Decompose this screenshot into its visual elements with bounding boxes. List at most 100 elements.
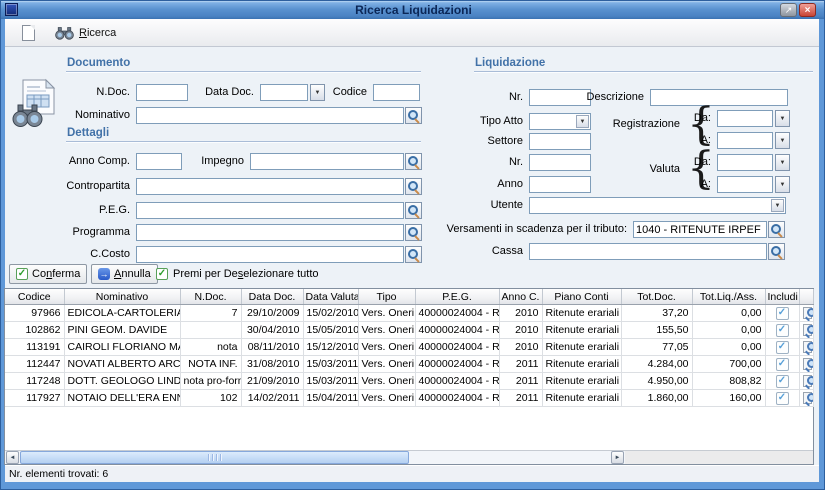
close-button[interactable]: × (799, 3, 816, 17)
registrazione-da-dropdown-button[interactable]: ▼ (775, 110, 790, 127)
column-header-data_valuta[interactable]: Data Valuta (303, 289, 358, 305)
liq-nr-input[interactable] (529, 89, 591, 106)
new-document-button[interactable] (17, 23, 39, 43)
versamenti-input[interactable] (633, 221, 767, 238)
versamenti-search-button[interactable] (768, 221, 785, 238)
scrollbar-thumb[interactable] (20, 451, 409, 464)
liq-nr2-input[interactable] (529, 154, 591, 171)
cassa-input[interactable] (529, 243, 767, 260)
cell-codice: 102862 (5, 322, 64, 339)
programma-search-button[interactable] (405, 224, 422, 241)
settore-input[interactable] (529, 133, 591, 150)
horizontal-scrollbar[interactable]: ◄ ► (5, 450, 813, 464)
annulla-button[interactable]: → Annulla (91, 264, 158, 284)
scroll-left-button[interactable]: ◄ (6, 451, 19, 464)
group-line (474, 71, 813, 72)
table-row[interactable]: 117248DOTT. GEOLOGO LINDA Cnota pro-form… (5, 373, 813, 390)
valuta-a-dropdown-button[interactable]: ▼ (775, 176, 790, 193)
row-detail-button[interactable] (803, 358, 814, 371)
ndoc-input[interactable] (136, 84, 188, 101)
descrizione-input[interactable] (650, 89, 788, 106)
peg-input[interactable] (136, 202, 404, 219)
includi-checkbox[interactable]: ✓ (776, 307, 789, 320)
ricerca-button[interactable]: Ricerca (51, 23, 120, 43)
valuta-da-input[interactable] (717, 154, 773, 171)
cell-data_doc: 29/10/2009 (241, 305, 303, 322)
contropartita-input[interactable] (136, 178, 404, 195)
valuta-da-dropdown-button[interactable]: ▼ (775, 154, 790, 171)
column-header-anno_c[interactable]: Anno C. (499, 289, 542, 305)
includi-checkbox[interactable]: ✓ (776, 341, 789, 354)
column-header-ndoc[interactable]: N.Doc. (180, 289, 241, 305)
ccosto-input[interactable] (136, 246, 404, 263)
nominativo-label: Nominativo (75, 109, 130, 121)
column-header-tot_liq[interactable]: Tot.Liq./Ass. (692, 289, 765, 305)
includi-checkbox[interactable]: ✓ (776, 375, 789, 388)
table-row[interactable]: 112447NOVATI ALBERTO ARCHITNOTA INF.31/0… (5, 356, 813, 373)
cell-tipo: Vers. Oneri (358, 356, 415, 373)
column-header-peg[interactable]: P.E.G. (415, 289, 499, 305)
cell-ndoc: 102 (180, 390, 241, 407)
peg-label: P.E.G. (99, 204, 130, 216)
tipo-atto-select[interactable]: ▼ (529, 113, 591, 130)
contropartita-search-button[interactable] (405, 178, 422, 195)
cell-tot_liq: 808,82 (692, 373, 765, 390)
cell-codice: 117248 (5, 373, 64, 390)
settore-label: Settore (488, 135, 523, 147)
impegno-search-button[interactable] (405, 153, 422, 170)
cell-peg: 40000024004 - RI (415, 390, 499, 407)
contropartita-label: Contropartita (66, 180, 130, 192)
nominativo-search-button[interactable] (405, 107, 422, 124)
magnifier-icon (408, 227, 420, 239)
ccosto-search-button[interactable] (405, 246, 422, 263)
cell-piano_conti: Ritenute erariali Ac (542, 373, 621, 390)
anno-input[interactable] (529, 176, 591, 193)
includi-checkbox[interactable]: ✓ (776, 358, 789, 371)
table-row[interactable]: 97966EDICOLA-CARTOLERIA SA729/10/200915/… (5, 305, 813, 322)
utente-label: Utente (491, 199, 523, 211)
row-detail-button[interactable] (803, 324, 814, 337)
includi-checkbox[interactable]: ✓ (776, 392, 789, 405)
row-detail-button[interactable] (803, 341, 814, 354)
column-header-piano_conti[interactable]: Piano Conti (542, 289, 621, 305)
valuta-label: Valuta (650, 163, 680, 175)
column-header-tot_doc[interactable]: Tot.Doc. (621, 289, 692, 305)
restore-button[interactable]: ↗ (780, 3, 797, 17)
cell-data_valuta: 15/02/2010 (303, 305, 358, 322)
registrazione-da-input[interactable] (717, 110, 773, 127)
peg-search-button[interactable] (405, 202, 422, 219)
row-detail-button[interactable] (803, 307, 814, 320)
column-header-detail[interactable] (799, 289, 813, 305)
row-detail-button[interactable] (803, 392, 814, 405)
includi-checkbox[interactable]: ✓ (776, 324, 789, 337)
cell-tot_doc: 1.860,00 (621, 390, 692, 407)
conferma-button[interactable]: ✓ Conferma (9, 264, 87, 284)
row-detail-button[interactable] (803, 375, 814, 388)
cell-nominativo: NOVATI ALBERTO ARCHIT (64, 356, 180, 373)
column-header-data_doc[interactable]: Data Doc. (241, 289, 303, 305)
registrazione-a-input[interactable] (717, 132, 773, 149)
table-row[interactable]: 113191CAIROLI FLORIANO MARInota08/11/201… (5, 339, 813, 356)
column-header-nominativo[interactable]: Nominativo (64, 289, 180, 305)
magnifier-icon (408, 249, 420, 261)
codice-input[interactable] (373, 84, 420, 101)
table-row[interactable]: 117927NOTAIO DELL'ERA ENNIO10214/02/2011… (5, 390, 813, 407)
datadoc-dropdown-button[interactable]: ▼ (310, 84, 325, 101)
scroll-right-button[interactable]: ► (611, 451, 624, 464)
deselect-all-button[interactable]: ✓ Premi per Deselezionare tutto (156, 264, 319, 284)
anno-comp-input[interactable] (136, 153, 182, 170)
nominativo-input[interactable] (136, 107, 404, 124)
utente-select[interactable]: ▼ (529, 197, 786, 214)
programma-input[interactable] (136, 224, 404, 241)
cell-peg: 40000024004 - RI (415, 373, 499, 390)
table-row[interactable]: 102862PINI GEOM. DAVIDE30/04/201015/05/2… (5, 322, 813, 339)
valuta-a-input[interactable] (717, 176, 773, 193)
column-header-includi[interactable]: Includi (765, 289, 799, 305)
cassa-search-button[interactable] (768, 243, 785, 260)
registrazione-a-dropdown-button[interactable]: ▼ (775, 132, 790, 149)
column-header-tipo[interactable]: Tipo (358, 289, 415, 305)
impegno-input[interactable] (250, 153, 404, 170)
column-header-codice[interactable]: Codice (5, 289, 64, 305)
cell-tot_doc: 4.284,00 (621, 356, 692, 373)
datadoc-input[interactable] (260, 84, 308, 101)
